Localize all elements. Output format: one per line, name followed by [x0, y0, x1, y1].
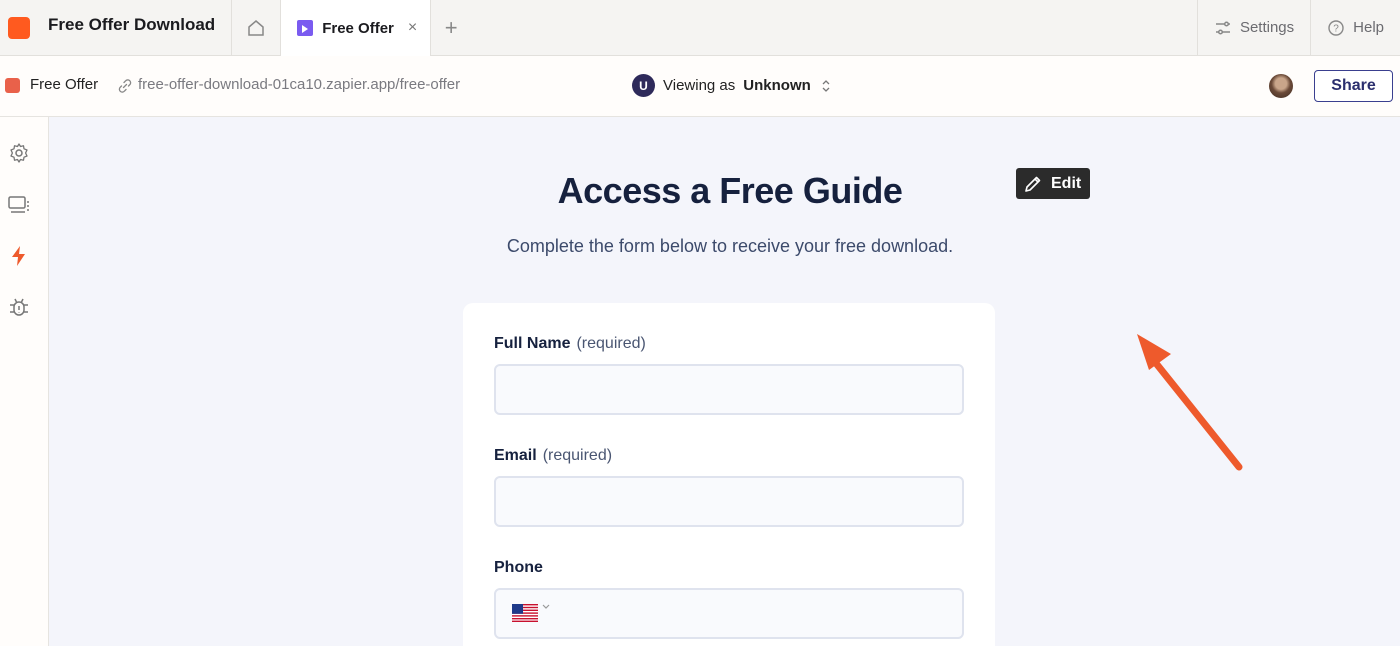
page-tag-icon [5, 78, 20, 93]
email-input[interactable] [494, 476, 964, 527]
phone-input[interactable] [494, 588, 964, 639]
close-tab-icon[interactable]: × [408, 19, 417, 37]
lightning-icon[interactable] [7, 244, 31, 268]
interface-page-icon [297, 20, 314, 36]
edit-label: Edit [1051, 174, 1082, 192]
home-tab[interactable] [231, 0, 282, 55]
top-tab-bar: Free Offer Download Free Offer × + Setti… [0, 0, 1400, 56]
page-info-bar: Free Offer free-offer-download-01ca10.za… [0, 56, 1400, 117]
page-title: Free Offer [30, 76, 99, 93]
page-canvas: Access a Free Guide Complete the form be… [49, 117, 1400, 646]
bug-icon[interactable] [7, 295, 31, 319]
chevron-down-icon[interactable] [542, 604, 550, 610]
annotation-arrow [1137, 334, 1243, 471]
link-icon [118, 79, 132, 93]
settings-label: Settings [1239, 19, 1295, 36]
pencil-icon [1025, 176, 1041, 192]
required-note: (required) [542, 447, 613, 464]
full-name-input[interactable] [494, 364, 964, 415]
viewing-as-selector[interactable]: U Viewing as Unknown [632, 74, 831, 97]
chevron-updown-icon [822, 79, 830, 92]
settings-button[interactable]: Settings [1196, 0, 1310, 55]
sliders-icon [1215, 20, 1230, 35]
email-label: Email [494, 447, 537, 464]
page-headline: Access a Free Guide [557, 170, 903, 211]
profile-avatar[interactable] [1269, 74, 1293, 98]
tab-label: Free Offer [322, 19, 394, 37]
tab-free-offer[interactable]: Free Offer × [281, 0, 432, 56]
app-logo[interactable] [8, 17, 30, 39]
help-label: Help [1353, 19, 1384, 36]
user-avatar: U [632, 74, 655, 97]
left-sidebar [0, 117, 49, 646]
layout-icon[interactable] [7, 193, 31, 217]
home-icon [248, 19, 264, 36]
form-card: Full Name (required) Email (required) Phon… [463, 303, 995, 646]
full-name-label: Full Name [494, 335, 571, 352]
edit-button[interactable]: Edit [1016, 168, 1090, 199]
viewing-user: Unknown [743, 77, 811, 94]
add-tab-button[interactable]: + [431, 0, 471, 55]
page-url-link[interactable]: free-offer-download-01ca10.zapier.app/fr… [138, 76, 460, 93]
required-note: (required) [576, 335, 646, 352]
help-icon: ? [1328, 19, 1344, 36]
field-label-full-name: Full Name (required) [494, 335, 646, 353]
share-button[interactable]: Share [1314, 70, 1393, 102]
app-title: Free Offer Download [48, 15, 216, 34]
gear-icon[interactable] [7, 141, 31, 165]
viewing-prefix: Viewing as [663, 77, 736, 94]
page-subheadline: Complete the form below to receive your … [506, 236, 954, 256]
phone-label: Phone [494, 559, 543, 576]
us-flag-icon[interactable] [512, 604, 538, 622]
field-label-phone: Phone [494, 559, 543, 577]
field-label-email: Email (required) [494, 447, 612, 465]
svg-text:?: ? [1333, 23, 1339, 34]
help-button[interactable]: ? Help [1310, 0, 1400, 55]
